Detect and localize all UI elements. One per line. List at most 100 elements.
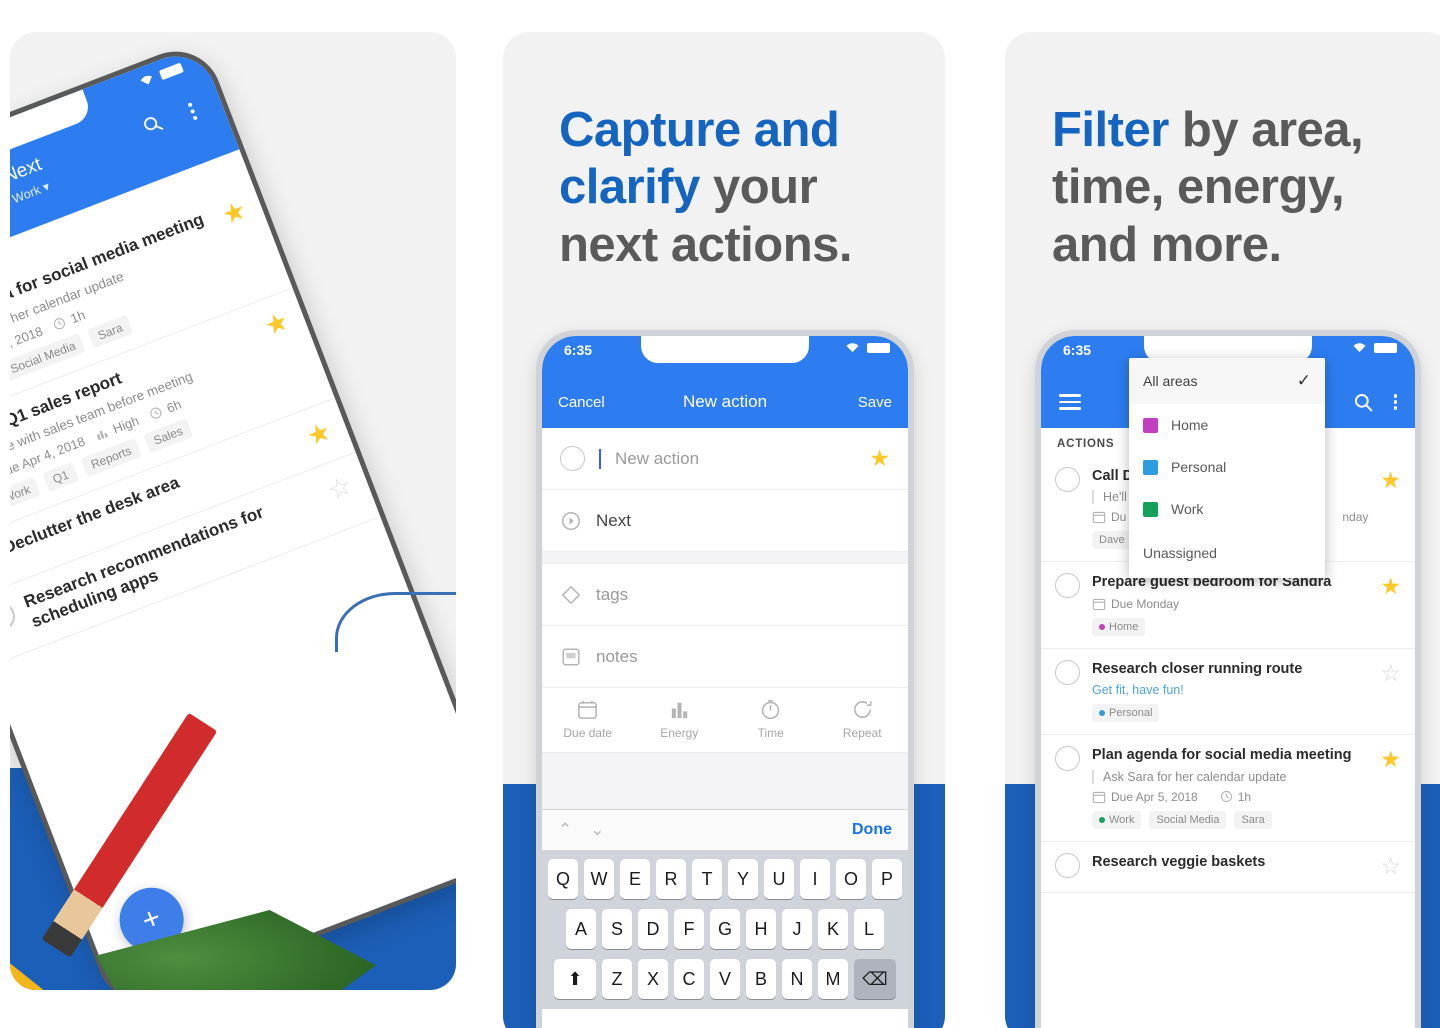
key-L[interactable]: L [854,909,884,949]
chip-area[interactable]: Work [1092,810,1142,829]
chip-area[interactable]: Personal [1092,704,1160,723]
due-date-button[interactable]: Due date [542,698,634,740]
notes-placeholder[interactable]: notes [596,647,638,667]
key-D[interactable]: D [638,909,668,949]
key-R[interactable]: R [656,859,686,899]
star-icon[interactable]: ★ [1380,573,1401,636]
task-row[interactable]: Research veggie baskets ☆ [1041,841,1415,893]
key-Q[interactable]: Q [548,859,578,899]
search-icon-3[interactable] [1353,392,1374,413]
areas-dropdown[interactable]: All areas ✓ Home Personal Work Unassigne… [1129,358,1325,578]
task-row[interactable]: Plan agenda for social media meeting Ask… [1041,735,1415,842]
key-W[interactable]: W [584,859,614,899]
key-X[interactable]: X [638,959,668,999]
task-checkbox[interactable] [1055,573,1080,599]
key-T[interactable]: T [692,859,722,899]
dropdown-item-work[interactable]: Work [1129,488,1325,530]
key-U[interactable]: U [764,859,794,899]
tags-row[interactable]: tags [542,564,908,626]
headline-line-3: and more. [1052,217,1282,272]
chip-tag[interactable]: Dave [1092,531,1132,550]
next-field-icon[interactable]: ⌄ [590,820,604,840]
energy-icon [96,430,109,441]
key-S[interactable]: S [602,909,632,949]
shift-key[interactable]: ⬆ [554,959,596,999]
new-action-title-row[interactable]: New action ★ [542,428,908,490]
chip-tag[interactable]: Sara [87,314,134,349]
headline-3: Filter by area, time, energy, and more. [1052,102,1412,274]
task-note: Ask Sara for her calendar update [1092,769,1368,784]
task-checkbox[interactable] [1055,852,1080,878]
key-H[interactable]: H [746,909,776,949]
chip-area[interactable]: Work [10,477,42,515]
form-gap [542,552,908,564]
star-outline-icon[interactable]: ☆ [1380,853,1401,880]
tags-placeholder[interactable]: tags [596,585,628,605]
task-row[interactable]: Research closer running route Get fit, h… [1041,649,1415,736]
key-A[interactable]: A [566,909,596,949]
repeat-button[interactable]: Repeat [817,698,909,740]
task-chips: Work Social Media Sara [1092,810,1368,829]
overflow-icon-3[interactable] [1393,392,1397,413]
star-icon[interactable]: ★ [1380,746,1401,828]
energy-button[interactable]: Energy [634,698,726,740]
keyboard-done-button[interactable]: Done [852,821,892,839]
task-checkbox[interactable] [10,598,20,636]
dropdown-item-personal[interactable]: Personal [1129,446,1325,488]
star-icon[interactable]: ★ [1380,467,1401,549]
key-P[interactable]: P [872,859,902,899]
save-button[interactable]: Save [836,394,892,411]
key-O[interactable]: O [836,859,866,899]
notes-row[interactable]: notes [542,626,908,688]
key-G[interactable]: G [710,909,740,949]
key-I[interactable]: I [800,859,830,899]
key-Y[interactable]: Y [728,859,758,899]
star-outline-icon[interactable]: ☆ [1380,660,1401,722]
key-E[interactable]: E [620,859,650,899]
key-J[interactable]: J [782,909,812,949]
task-checkbox[interactable] [1055,467,1080,492]
key-K[interactable]: K [818,909,848,949]
task-checkbox[interactable] [1055,746,1080,772]
key-C[interactable]: C [674,959,704,999]
phone-screen-2: 6:35 Cancel New action Save New action ★ [542,336,908,1028]
star-outline-icon[interactable]: ☆ [324,470,361,517]
key-N[interactable]: N [782,959,812,999]
dropdown-header-all-areas[interactable]: All areas ✓ [1129,358,1325,404]
area-color-swatch [1143,417,1158,433]
chip-tag[interactable]: Sales [143,418,194,454]
star-icon[interactable]: ★ [303,416,336,453]
star-icon[interactable]: ★ [869,445,890,472]
area-color-swatch [1143,459,1158,475]
key-M[interactable]: M [818,959,848,999]
prev-field-icon[interactable]: ⌃ [558,820,572,840]
key-B[interactable]: B [746,959,776,999]
attribute-toolbar: Due date Energy Time Repeat [542,688,908,753]
key-F[interactable]: F [674,909,704,949]
chip-tag[interactable]: Sara [1234,810,1272,829]
chip-area[interactable]: Home [1092,618,1146,637]
key-V[interactable]: V [710,959,740,999]
task-due: Du [1111,510,1127,525]
keyboard-row-2: ASDFGHJKL [546,909,904,949]
backspace-key[interactable]: ⌫ [854,959,896,999]
onscreen-keyboard[interactable]: QWERTYUIOP ASDFGHJKL ⬆ Z X C V B N M ⌫ [542,851,908,1009]
list-selector-row[interactable]: Next [542,490,908,552]
battery-icon-3 [1374,342,1397,353]
app-bar-title-2: New action [682,392,768,411]
task-due: Due Apr 5, 2018 [1111,789,1198,804]
dropdown-item-unassigned[interactable]: Unassigned [1129,530,1325,578]
panel-filter: Filter by area, time, energy, and more. … [1005,32,1440,1028]
cancel-button[interactable]: Cancel [558,394,614,411]
text-caret [599,448,601,469]
time-button[interactable]: Time [725,698,817,740]
chip-tag[interactable]: Social Media [1149,810,1227,829]
menu-icon-3[interactable] [1059,390,1081,414]
task-checkbox[interactable] [560,446,585,471]
chip-tag[interactable]: Q1 [42,462,80,493]
new-action-input[interactable]: New action [615,449,699,469]
key-Z[interactable]: Z [602,959,632,999]
task-checkbox[interactable] [1055,660,1080,686]
dropdown-item-home[interactable]: Home [1129,404,1325,446]
headline-rest-3: by area, [1168,103,1364,157]
